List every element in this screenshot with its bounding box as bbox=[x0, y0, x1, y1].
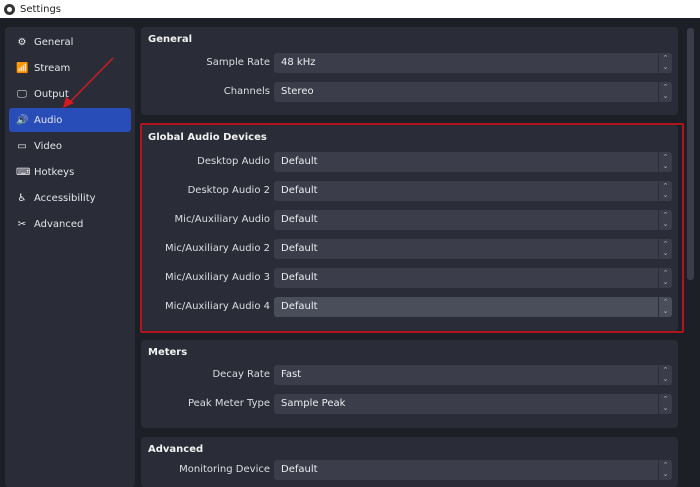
gear-icon: ⚙ bbox=[17, 36, 27, 48]
dropdown-value: Sample Peak bbox=[281, 398, 346, 409]
setting-row: Decay Rate Fast ⌃ ⌄ bbox=[141, 365, 678, 385]
chevron-up-down-icon: ⌃ ⌄ bbox=[658, 460, 672, 480]
chevron-up-down-icon: ⌃ ⌄ bbox=[658, 53, 672, 73]
chevron-up-down-icon: ⌃ ⌄ bbox=[658, 365, 672, 385]
sidebar-item-label: Output bbox=[34, 88, 69, 100]
output-icon: 🖵 bbox=[17, 88, 27, 100]
decay-rate-dropdown[interactable]: Fast ⌃ ⌄ bbox=[274, 365, 672, 385]
section-title: Advanced bbox=[148, 444, 204, 455]
section-general: General Sample Rate 48 kHz ⌃ ⌄ Channels S… bbox=[141, 27, 678, 115]
setting-row: Monitoring Device Default ⌃ ⌄ bbox=[141, 460, 678, 480]
sidebar-item-label: Accessibility bbox=[34, 192, 96, 204]
sidebar-item-hotkeys[interactable]: ⌨ Hotkeys bbox=[9, 160, 131, 184]
setting-label: Monitoring Device bbox=[179, 464, 270, 475]
sidebar-item-general[interactable]: ⚙ General bbox=[9, 30, 131, 54]
sidebar-item-label: Video bbox=[34, 140, 63, 152]
tools-icon: ✂ bbox=[17, 218, 27, 230]
setting-row: Sample Rate 48 kHz ⌃ ⌄ bbox=[141, 53, 678, 73]
sidebar-item-label: Audio bbox=[34, 114, 63, 126]
sidebar-item-advanced[interactable]: ✂ Advanced bbox=[9, 212, 131, 236]
section-meters: Meters Decay Rate Fast ⌃ ⌄ Peak Meter Typ… bbox=[141, 340, 678, 428]
dropdown-value: Stereo bbox=[281, 86, 314, 97]
sidebar-item-label: General bbox=[34, 36, 74, 48]
setting-row: Peak Meter Type Sample Peak ⌃ ⌄ bbox=[141, 394, 678, 414]
sidebar-item-label: Stream bbox=[34, 62, 71, 74]
setting-label: Decay Rate bbox=[212, 369, 270, 380]
setting-row: Channels Stereo ⌃ ⌄ bbox=[141, 82, 678, 102]
sidebar-item-stream[interactable]: 📶 Stream bbox=[9, 56, 131, 80]
sample-rate-dropdown[interactable]: 48 kHz ⌃ ⌄ bbox=[274, 53, 672, 73]
antenna-icon: 📶 bbox=[16, 62, 29, 74]
accessibility-icon: ♿ bbox=[17, 192, 27, 204]
section-title: General bbox=[148, 34, 192, 45]
chevron-up-down-icon: ⌃ ⌄ bbox=[658, 394, 672, 414]
section-title: Meters bbox=[148, 347, 188, 358]
sidebar-item-label: Hotkeys bbox=[34, 166, 75, 178]
chevron-up-down-icon: ⌃ ⌄ bbox=[658, 82, 672, 102]
speaker-icon: 🔊 bbox=[16, 114, 29, 126]
setting-label: Sample Rate bbox=[206, 57, 270, 68]
obs-logo-icon bbox=[4, 3, 15, 15]
monitor-icon: ▭ bbox=[17, 140, 27, 152]
sidebar-item-audio[interactable]: 🔊 Audio bbox=[9, 108, 131, 132]
sidebar-item-video[interactable]: ▭ Video bbox=[9, 134, 131, 158]
section-advanced: Advanced Monitoring Device Default ⌃ ⌄ bbox=[141, 437, 678, 487]
peak-meter-type-dropdown[interactable]: Sample Peak ⌃ ⌄ bbox=[274, 394, 672, 414]
title-bar: Settings bbox=[0, 0, 700, 18]
setting-label: Channels bbox=[223, 86, 270, 97]
window-title: Settings bbox=[20, 3, 62, 15]
sidebar-item-label: Advanced bbox=[34, 218, 84, 230]
sidebar-item-output[interactable]: 🖵 Output bbox=[9, 82, 131, 106]
monitoring-device-dropdown[interactable]: Default ⌃ ⌄ bbox=[274, 460, 672, 480]
scrollbar[interactable] bbox=[687, 28, 694, 280]
keyboard-icon: ⌨ bbox=[16, 166, 31, 178]
channels-dropdown[interactable]: Stereo ⌃ ⌄ bbox=[274, 82, 672, 102]
highlight-box bbox=[140, 123, 684, 333]
settings-sidebar: ⚙ General 📶 Stream 🖵 Output 🔊 Audio ▭ Video ⌨ Hotke… bbox=[5, 27, 135, 487]
dropdown-value: Fast bbox=[281, 369, 302, 380]
setting-label: Peak Meter Type bbox=[187, 398, 270, 409]
dropdown-value: Default bbox=[281, 464, 318, 475]
sidebar-item-accessibility[interactable]: ♿ Accessibility bbox=[9, 186, 131, 210]
dropdown-value: 48 kHz bbox=[281, 57, 316, 68]
